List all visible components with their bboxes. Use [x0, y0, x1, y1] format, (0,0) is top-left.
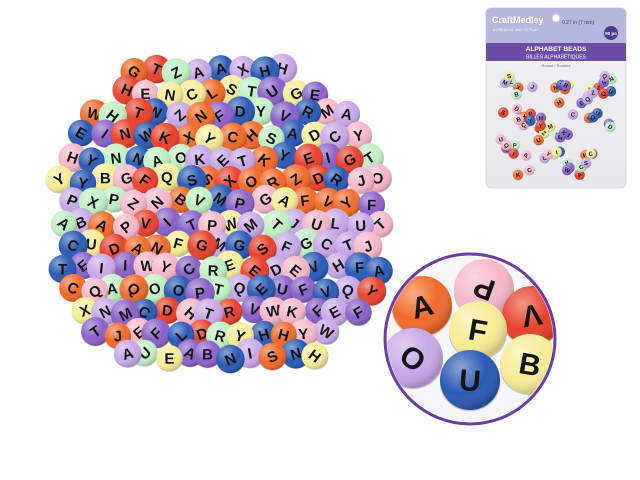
package: CraftMedley A CREATIVE WAY TO PLAY 0.27 … [485, 7, 627, 189]
package-bead: I [508, 148, 519, 159]
svg-text:S: S [584, 161, 588, 167]
count-badge-label: 90 pc [605, 31, 617, 36]
svg-text:F: F [367, 197, 376, 214]
package-bead: U [533, 134, 544, 146]
package-bead: Y [535, 120, 546, 131]
package-bead: Y [525, 115, 536, 126]
package-bead: K [558, 127, 570, 139]
svg-text:E: E [164, 351, 174, 368]
pile-bead: E [67, 119, 95, 147]
package-bead: W [561, 164, 573, 176]
photo-canvas: HAT X HG AZSH T UL GE C ENYD MRWTW AZH F VNE AI N DH YW C… [45, 7, 627, 426]
svg-text:Y: Y [256, 104, 266, 121]
bead-pile: HAT X HG AZSH T UL GE C ENYD MRWTW AZH F VNE AI N DH YW C… [45, 53, 394, 374]
package-tagline: A CREATIVE WAY TO PLAY [493, 28, 539, 32]
svg-text:U: U [458, 364, 482, 399]
svg-text:F: F [355, 259, 365, 276]
svg-text:Q: Q [161, 169, 173, 186]
package-bead: D [605, 121, 616, 133]
package-brand: CraftMedley [492, 15, 544, 25]
package-bead: C [524, 164, 535, 176]
package-size: 0.27 in (7 mm) [562, 20, 595, 26]
closeup-inset: APVOFU B [383, 252, 557, 426]
package-bead: S [580, 157, 592, 169]
package-bead: Q [501, 140, 512, 151]
package-bead: S [498, 107, 509, 118]
closeup-bead: U [440, 350, 500, 412]
package-bead: J [527, 81, 538, 93]
svg-text:D: D [161, 302, 174, 320]
package-title-en: ALPHABET BEADS [526, 46, 587, 53]
svg-text:I: I [123, 257, 128, 274]
package-bead: B [513, 114, 524, 125]
package-title-fr: BILLES ALPHABÉTIQUES [526, 54, 586, 61]
pile-bead: G [187, 230, 217, 261]
hang-hole-icon [551, 13, 561, 23]
package-bead: I [551, 147, 562, 158]
package-bead: K [512, 169, 524, 181]
pile-bead: A [113, 339, 142, 368]
product-photo: HATXHGAZSHTULGECENYDMRWTWAZHFVNEAINDHYWC… [0, 0, 640, 480]
package-bead: H [554, 97, 565, 109]
closeup-bead: A [392, 276, 452, 338]
package-bead: Q [582, 94, 593, 105]
package-bead: Q [598, 88, 609, 100]
closeup-bead: O [387, 328, 443, 390]
package-bead: C [567, 109, 579, 120]
package-bead: M [545, 121, 556, 132]
package-bead: Q [599, 70, 610, 82]
svg-text:B: B [202, 346, 213, 363]
pile-bead: S [258, 342, 287, 371]
svg-text:F: F [299, 192, 310, 210]
closeup-beads: APVOFU B [387, 259, 553, 412]
svg-text:T: T [58, 261, 67, 278]
pile-bead: E [156, 344, 183, 372]
package-bead: C [585, 148, 596, 160]
pile-bead: F [345, 298, 372, 327]
package-bead: B [511, 89, 522, 100]
pile-bead: N [216, 344, 245, 374]
svg-text:Y: Y [539, 124, 543, 130]
pile-bead: H [301, 342, 329, 370]
svg-text:O: O [172, 282, 185, 300]
package-shape: Round / Rondes [542, 63, 571, 68]
package-bead: B [560, 80, 572, 91]
package-bead: P [520, 150, 532, 161]
svg-text:D: D [234, 103, 246, 121]
svg-text:B: B [100, 170, 111, 187]
package-bead: Q [587, 112, 599, 123]
package-bead: S [503, 70, 515, 82]
